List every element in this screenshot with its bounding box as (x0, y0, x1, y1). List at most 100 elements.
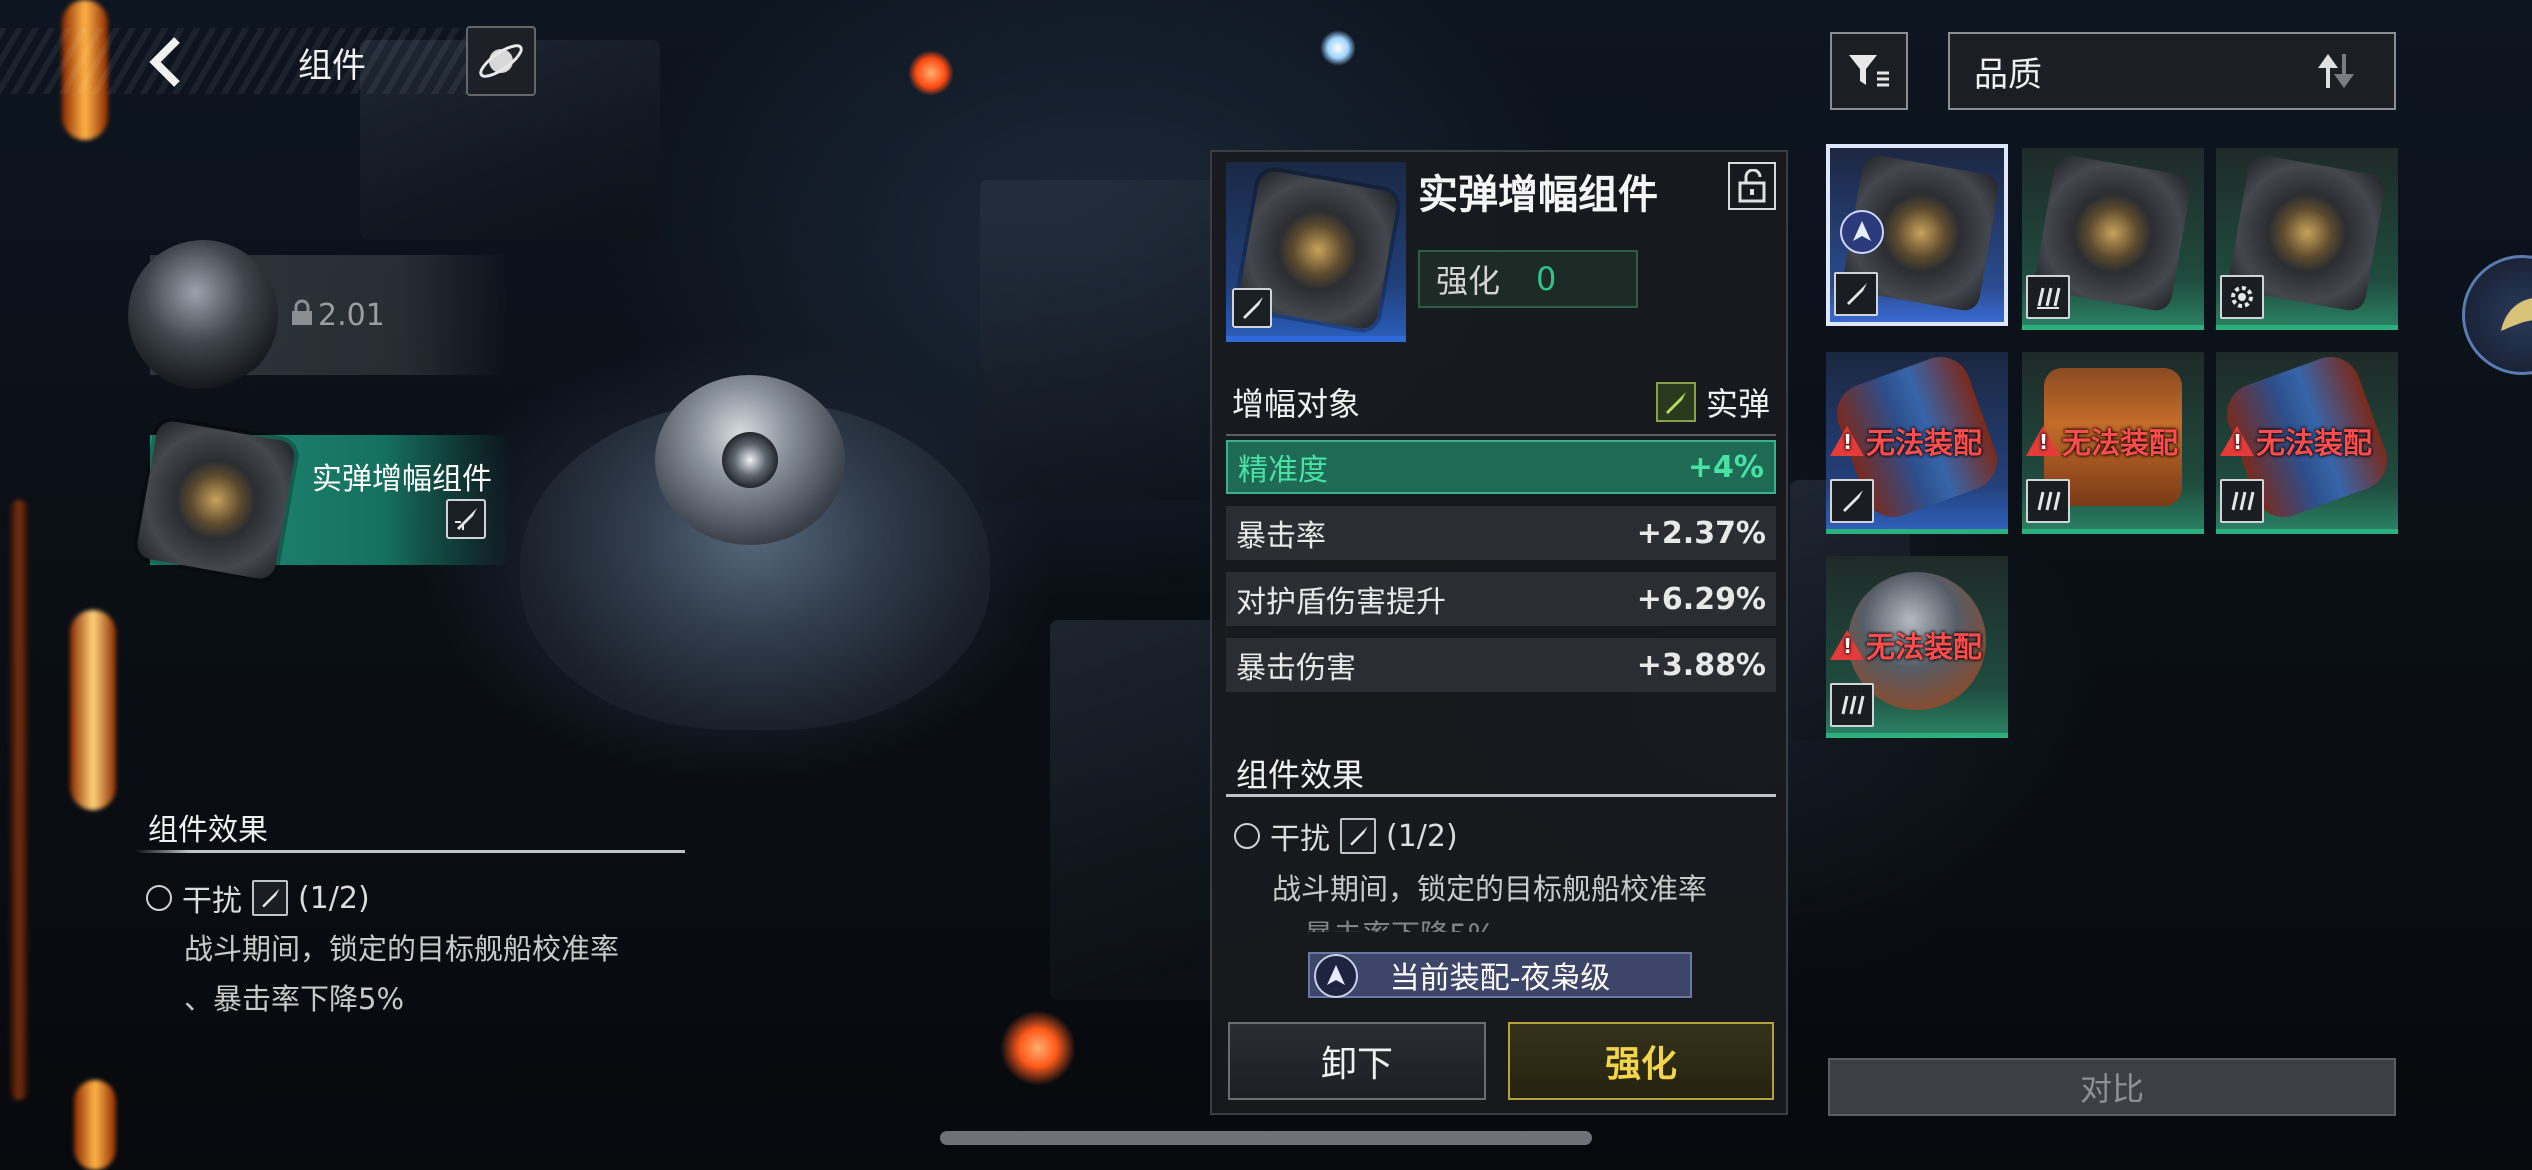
chevron-left-icon (149, 37, 180, 87)
rocket-icon (1830, 479, 1874, 523)
warning-icon (2220, 426, 2254, 456)
stat-name: 暴击伤害 (1236, 651, 1356, 686)
home-indicator (940, 1131, 1592, 1145)
stat-row: 暴击伤害 +3.88% (1226, 638, 1776, 692)
equipped-ship-bar: 当前装配-夜枭级 (1308, 952, 1692, 998)
slot-name: 实弹增幅组件 (312, 462, 492, 497)
inventory-item[interactable] (2022, 148, 2204, 330)
page-title: 组件 (298, 46, 366, 86)
divider (1226, 794, 1776, 797)
stat-row: 对护盾伤害提升 +6.29% (1226, 572, 1776, 626)
inventory-item[interactable]: 无法装配 (2022, 352, 2204, 534)
warning-text: 无法装配 (2256, 426, 2373, 460)
equipped-label: 当前装配-夜枭级 (1389, 961, 1611, 996)
stat-row: 精准度 +4% (1226, 440, 1776, 494)
unlock-icon (1738, 169, 1766, 203)
cannot-equip-warning: 无法装配 (2220, 420, 2372, 462)
filter-button[interactable] (1830, 32, 1908, 110)
detail-panel: 实弹增幅组件 强化 0 增幅对象 实弹 精准度 +4% 暴击率 +2.37% 对… (1210, 150, 1788, 1115)
heat-icon (2026, 479, 2070, 523)
planet-button[interactable] (466, 26, 536, 96)
effect-progress: (1/2) (1386, 818, 1458, 854)
sort-select[interactable]: 品质 (1948, 32, 2396, 110)
heat-icon (2026, 275, 2070, 319)
enhance-label: 强化 (1436, 262, 1501, 300)
cannot-equip-warning: 无法装配 (1830, 624, 1982, 666)
cannot-equip-warning: 无法装配 (1830, 420, 1982, 462)
target-row: 增幅对象 实弹 (1226, 370, 1776, 436)
left-effect-row: 干扰 (1/2) (146, 876, 370, 920)
orange-light-bar (74, 1080, 116, 1170)
stat-value: +4% (1687, 449, 1764, 485)
light-dot (1000, 1010, 1076, 1086)
back-button[interactable] (140, 34, 190, 90)
stat-value: +2.37% (1636, 515, 1766, 551)
heat-icon (1830, 683, 1874, 727)
effect-name: 干扰 (1270, 822, 1330, 857)
cannot-equip-warning: 无法装配 (2026, 420, 2178, 462)
rocket-icon (252, 880, 288, 916)
stat-value: +6.29% (1636, 581, 1766, 617)
left-effect-name: 干扰 (182, 884, 242, 919)
sort-label: 品质 (1974, 54, 2042, 95)
lock-icon (290, 299, 314, 331)
rocket-icon (446, 499, 486, 539)
slot-active[interactable]: 实弹增幅组件 (134, 418, 510, 582)
inventory-item[interactable]: 无法装配 (1826, 348, 2008, 534)
orange-light-bar (10, 500, 28, 1100)
light-dot (1320, 30, 1356, 66)
stat-value: +3.88% (1636, 647, 1766, 683)
enhance-button[interactable]: 强化 (1508, 1022, 1774, 1100)
item-name: 实弹增幅组件 (1418, 172, 1658, 218)
stat-name: 对护盾伤害提升 (1236, 585, 1446, 620)
module-thumbnail (134, 418, 298, 582)
warning-text: 无法装配 (1866, 426, 1983, 460)
effect-desc: 战斗期间，锁定的目标舰船校准率 (1272, 872, 1708, 906)
effect-row: 干扰 (1/2) (1234, 814, 1458, 858)
stat-name: 精准度 (1238, 453, 1328, 488)
target-value-wrap: 实弹 (1655, 379, 1770, 425)
target-value: 实弹 (1705, 385, 1770, 423)
inventory-item[interactable] (1826, 144, 2008, 326)
warning-text: 无法装配 (2062, 426, 2179, 460)
lock-value: 2.01 (318, 297, 385, 333)
warning-icon (1830, 630, 1864, 660)
compare-button[interactable]: 对比 (1828, 1058, 2396, 1116)
slot-locked[interactable]: 2.01 (128, 240, 510, 390)
light-dot (908, 50, 954, 96)
left-effect-desc: 战斗期间，锁定的目标舰船校准率 (184, 932, 620, 966)
helmet-thumbnail (128, 240, 278, 390)
warning-icon (2026, 426, 2060, 456)
inventory-item[interactable] (2216, 148, 2398, 330)
rocket-icon (1232, 288, 1272, 328)
left-effect-desc: 、暴击率下降5% (184, 982, 405, 1016)
ship-icon (1314, 954, 1358, 998)
warning-icon (1830, 426, 1864, 456)
inventory-item[interactable]: 无法装配 (2216, 348, 2398, 534)
effect-desc: 暴击率下降5% (1304, 912, 1495, 932)
item-icon (1226, 162, 1406, 342)
machinery (980, 180, 1220, 500)
planet-icon (479, 44, 523, 78)
left-effect-title: 组件效果 (148, 813, 268, 848)
rocket-icon (1834, 272, 1878, 316)
radio-empty-icon (146, 885, 172, 911)
warning-text: 无法装配 (1866, 630, 1983, 664)
effect-title: 组件效果 (1236, 756, 1365, 794)
orange-light-bar (70, 610, 116, 810)
rocket-icon (1340, 818, 1376, 854)
radio-empty-icon (1234, 823, 1260, 849)
gear-icon (2220, 275, 2264, 319)
divider (135, 850, 685, 853)
enhance-value: 0 (1536, 260, 1557, 298)
enhance-level: 强化 0 (1418, 250, 1638, 308)
bullet-icon (1655, 382, 1696, 422)
bird-icon (2501, 298, 2532, 331)
ship-eye (722, 432, 778, 488)
inventory-item[interactable]: 无法装配 (1826, 556, 2008, 738)
filter-icon (1849, 55, 1889, 87)
sort-order-icon[interactable] (2316, 52, 2356, 99)
left-effect-progress: (1/2) (298, 880, 370, 916)
unequip-button[interactable]: 卸下 (1228, 1022, 1486, 1100)
lock-toggle-button[interactable] (1728, 162, 1776, 210)
